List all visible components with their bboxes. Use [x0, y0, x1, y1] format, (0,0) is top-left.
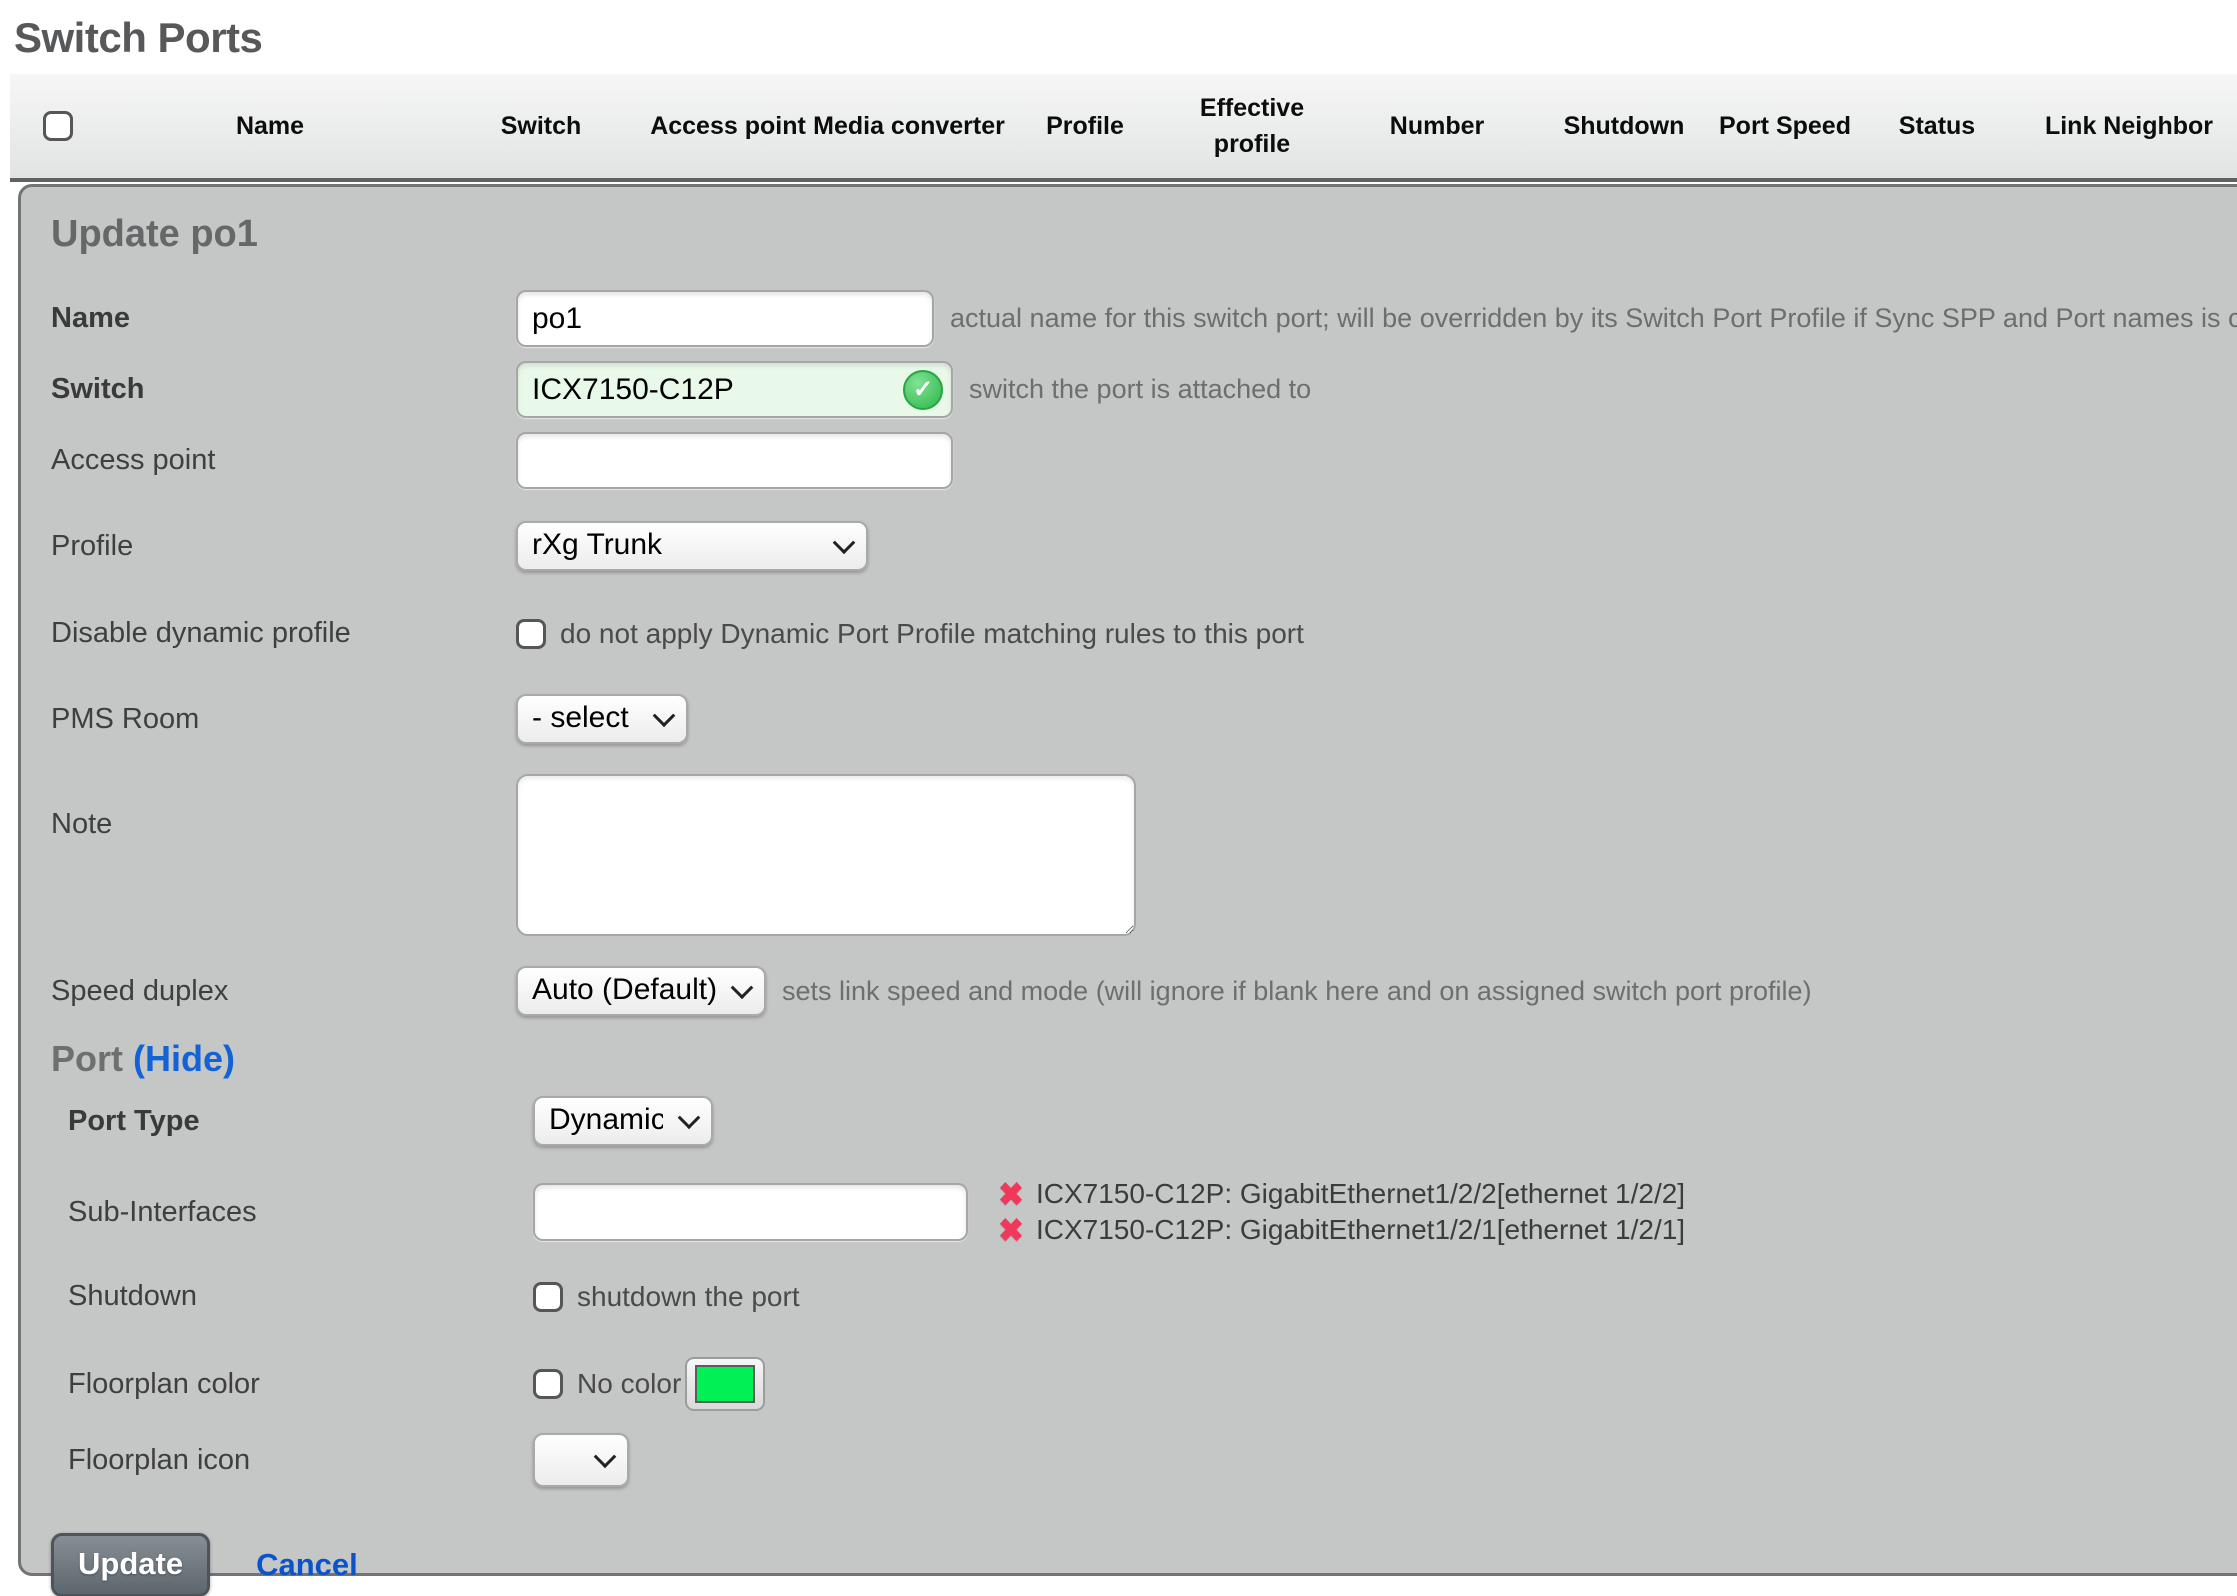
profile-row: Profile rXg Trunk: [51, 521, 2237, 571]
no-color-checkbox[interactable]: [533, 1369, 563, 1399]
shutdown-label: Shutdown: [68, 1280, 533, 1313]
column-header-port-speed[interactable]: Port Speed: [1717, 108, 1853, 144]
port-section-heading: Port (Hide): [51, 1038, 2237, 1080]
switch-row: Switch ✓ switch the port is attached to: [51, 361, 2237, 418]
switch-help-text: switch the port is attached to: [969, 374, 1311, 405]
floorplan-color-picker-button[interactable]: [685, 1357, 765, 1411]
color-swatch: [695, 1365, 755, 1403]
name-label: Name: [51, 302, 516, 335]
port-type-row: Port Type Dynamic: [68, 1096, 2237, 1146]
switch-input[interactable]: [516, 361, 953, 418]
floorplan-color-row: Floorplan color No color: [68, 1357, 2237, 1411]
column-header-effective-profile[interactable]: Effective profile: [1161, 90, 1343, 163]
disable-dynamic-profile-help: do not apply Dynamic Port Profile matchi…: [560, 618, 1304, 650]
table-header: Name Switch Access point Media converter…: [10, 74, 2237, 182]
access-point-label: Access point: [51, 444, 516, 477]
speed-duplex-label: Speed duplex: [51, 975, 516, 1008]
switch-label: Switch: [51, 373, 516, 406]
delete-sub-interface-icon[interactable]: ✖: [998, 1178, 1024, 1211]
pms-room-label: PMS Room: [51, 703, 516, 736]
column-header-profile[interactable]: Profile: [1009, 108, 1161, 144]
shutdown-help: shutdown the port: [577, 1281, 800, 1313]
form-actions: Update Cancel: [51, 1533, 2237, 1596]
note-label: Note: [51, 774, 516, 841]
select-all-checkbox[interactable]: [43, 111, 73, 141]
column-header-number[interactable]: Number: [1343, 108, 1531, 144]
list-item: ✖ ICX7150-C12P: GigabitEthernet1/2/2[eth…: [998, 1178, 1685, 1210]
name-row: Name actual name for this switch port; w…: [51, 290, 2237, 347]
port-section-title: Port: [51, 1038, 123, 1079]
port-type-label: Port Type: [68, 1105, 533, 1138]
speed-duplex-select[interactable]: Auto (Default): [516, 966, 766, 1016]
update-form-panel: Update po1 Name actual name for this swi…: [18, 184, 2237, 1576]
no-color-label: No color: [577, 1368, 681, 1400]
valid-check-icon: ✓: [903, 370, 943, 410]
profile-label: Profile: [51, 530, 516, 563]
column-header-name[interactable]: Name: [105, 108, 435, 144]
shutdown-checkbox[interactable]: [533, 1282, 563, 1312]
floorplan-icon-row: Floorplan icon: [68, 1433, 2237, 1487]
pms-room-row: PMS Room - select -: [51, 694, 2237, 744]
disable-dynamic-profile-row: Disable dynamic profile do not apply Dyn…: [51, 617, 2237, 650]
access-point-input[interactable]: [516, 432, 953, 489]
column-header-shutdown[interactable]: Shutdown: [1531, 108, 1717, 144]
speed-duplex-row: Speed duplex Auto (Default) sets link sp…: [51, 966, 2237, 1016]
cancel-link[interactable]: Cancel: [256, 1547, 358, 1583]
sub-interfaces-label: Sub-Interfaces: [68, 1196, 533, 1229]
column-header-access-point[interactable]: Access point: [647, 108, 809, 144]
access-point-row: Access point: [51, 432, 2237, 489]
shutdown-row: Shutdown shutdown the port: [68, 1280, 2237, 1313]
floorplan-color-label: Floorplan color: [68, 1368, 533, 1401]
disable-dynamic-profile-checkbox[interactable]: [516, 619, 546, 649]
pms-room-select[interactable]: - select -: [516, 694, 688, 744]
profile-select[interactable]: rXg Trunk: [516, 521, 868, 571]
note-textarea[interactable]: [516, 774, 1136, 936]
note-row: Note: [51, 774, 2237, 936]
speed-duplex-help-text: sets link speed and mode (will ignore if…: [782, 976, 1812, 1007]
column-header-switch[interactable]: Switch: [435, 108, 647, 144]
column-header-status[interactable]: Status: [1853, 108, 2021, 144]
floorplan-icon-label: Floorplan icon: [68, 1444, 533, 1477]
port-type-select[interactable]: Dynamic: [533, 1096, 713, 1146]
disable-dynamic-profile-label: Disable dynamic profile: [51, 617, 516, 650]
name-help-text: actual name for this switch port; will b…: [950, 303, 2237, 334]
column-header-link-neighbor[interactable]: Link Neighbor: [2021, 108, 2237, 144]
delete-sub-interface-icon[interactable]: ✖: [998, 1214, 1024, 1247]
form-title: Update po1: [51, 213, 2237, 256]
floorplan-icon-select[interactable]: [533, 1433, 629, 1487]
name-input[interactable]: [516, 290, 934, 347]
list-item: ✖ ICX7150-C12P: GigabitEthernet1/2/1[eth…: [998, 1214, 1685, 1246]
update-button[interactable]: Update: [51, 1533, 210, 1596]
sub-interfaces-row: Sub-Interfaces ✖ ICX7150-C12P: GigabitEt…: [68, 1178, 2237, 1246]
column-header-media-converter[interactable]: Media converter: [809, 108, 1009, 144]
sub-interface-text: ICX7150-C12P: GigabitEthernet1/2/2[ether…: [1036, 1178, 1685, 1210]
page-title: Switch Ports: [14, 14, 2237, 62]
sub-interfaces-input[interactable]: [533, 1183, 968, 1241]
port-section-hide-link[interactable]: (Hide): [133, 1038, 235, 1079]
sub-interface-text: ICX7150-C12P: GigabitEthernet1/2/1[ether…: [1036, 1214, 1685, 1246]
sub-interfaces-list: ✖ ICX7150-C12P: GigabitEthernet1/2/2[eth…: [998, 1178, 1685, 1246]
